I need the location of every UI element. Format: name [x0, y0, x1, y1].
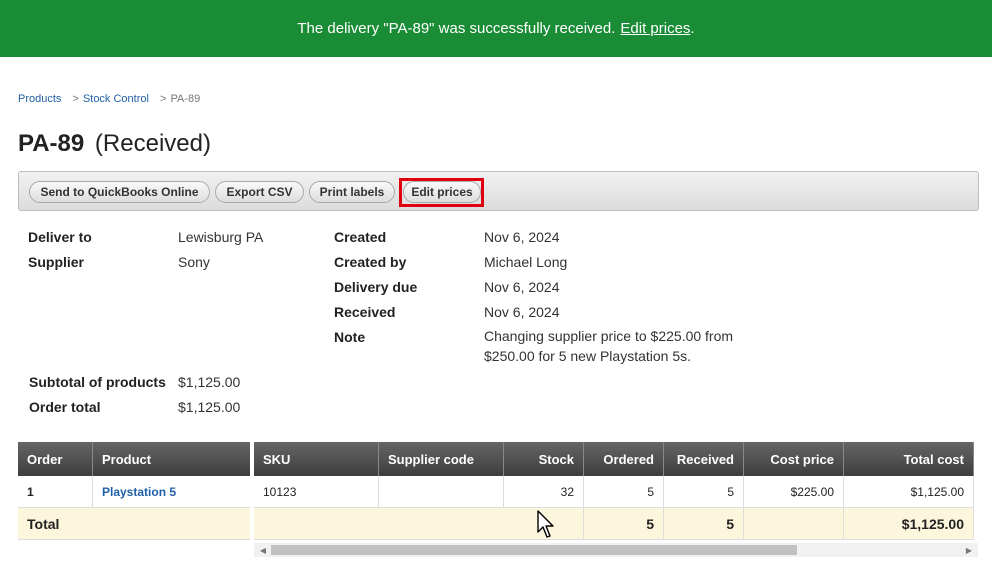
- product-link[interactable]: Playstation 5: [102, 485, 176, 499]
- col-header-product[interactable]: Product: [93, 442, 251, 476]
- col-header-stock[interactable]: Stock: [504, 442, 584, 476]
- breadcrumb-separator: >: [160, 93, 167, 105]
- mouse-cursor-icon: [537, 510, 554, 538]
- print-labels-button[interactable]: Print labels: [309, 181, 395, 203]
- table-row-stock: 32: [504, 476, 584, 508]
- frozen-column-divider: [250, 442, 254, 542]
- table-row-product-cell: Playstation 5: [93, 476, 251, 508]
- banner-trailing: .: [690, 20, 695, 37]
- created-by-label: Created by: [334, 254, 407, 270]
- subtotal-label: Subtotal of products: [29, 374, 166, 390]
- col-header-supplier-code[interactable]: Supplier code: [379, 442, 504, 476]
- delivery-due-value: Nov 6, 2024: [484, 279, 560, 295]
- total-row-spacer-2: [744, 508, 844, 540]
- col-header-order[interactable]: Order: [18, 442, 93, 476]
- action-toolbar: Send to QuickBooks Online Export CSV Pri…: [18, 171, 979, 211]
- total-row-spacer: [254, 508, 584, 540]
- banner-message: The delivery "PA-89" was successfully re…: [297, 20, 616, 37]
- deliver-to-value: Lewisburg PA: [178, 229, 264, 245]
- col-header-cost-price[interactable]: Cost price: [744, 442, 844, 476]
- products-grid: Order Product SKU Supplier code Stock Or…: [18, 442, 979, 542]
- total-row-received: 5: [664, 508, 744, 540]
- created-by-value: Michael Long: [484, 254, 568, 270]
- total-row-total-cost: $1,125.00: [844, 508, 974, 540]
- col-header-ordered[interactable]: Ordered: [584, 442, 664, 476]
- send-to-quickbooks-button[interactable]: Send to QuickBooks Online: [29, 181, 210, 203]
- table-row-cost-price: $225.00: [744, 476, 844, 508]
- edit-prices-highlight: [399, 178, 484, 207]
- delivery-status: (Received): [94, 130, 211, 157]
- table-row-received: 5: [664, 476, 744, 508]
- table-row-ordered: 5: [584, 476, 664, 508]
- scrollbar-thumb[interactable]: [271, 545, 797, 555]
- delivery-due-label: Delivery due: [334, 279, 418, 295]
- deliver-to-label: Deliver to: [28, 229, 92, 245]
- order-total-label: Order total: [29, 399, 101, 415]
- created-label: Created: [334, 229, 387, 245]
- received-label: Received: [334, 304, 396, 320]
- total-row-label: Total: [18, 508, 251, 540]
- success-banner: The delivery "PA-89" was successfully re…: [0, 0, 992, 57]
- table-row-order: 1: [18, 476, 93, 508]
- breadcrumb-current: PA-89: [170, 93, 201, 105]
- breadcrumb-stock-control[interactable]: Stock Control: [83, 93, 149, 105]
- table-row-total-cost: $1,125.00: [844, 476, 974, 508]
- subtotal-value: $1,125.00: [178, 374, 241, 390]
- order-total-value: $1,125.00: [178, 399, 241, 415]
- note-value: Changing supplier price to $225.00 from …: [484, 328, 734, 364]
- supplier-label: Supplier: [28, 254, 85, 270]
- table-row-supplier-code: [379, 476, 504, 508]
- supplier-value: Sony: [178, 254, 210, 270]
- banner-edit-prices-link[interactable]: Edit prices: [620, 20, 690, 37]
- table-horizontal-scrollbar[interactable]: ◀ ▶: [254, 543, 978, 557]
- breadcrumb: Products > Stock Control > PA-89: [18, 93, 200, 105]
- page-title: PA-89 (Received): [18, 130, 211, 158]
- received-value: Nov 6, 2024: [484, 304, 560, 320]
- breadcrumb-separator: >: [72, 93, 79, 105]
- delivery-code: PA-89: [18, 130, 85, 157]
- col-header-sku[interactable]: SKU: [254, 442, 379, 476]
- scroll-right-icon[interactable]: ▶: [962, 543, 976, 557]
- breadcrumb-products[interactable]: Products: [18, 93, 61, 105]
- table-row-sku: 10123: [254, 476, 379, 508]
- col-header-received[interactable]: Received: [664, 442, 744, 476]
- export-csv-button[interactable]: Export CSV: [215, 181, 304, 203]
- note-label: Note: [334, 329, 366, 345]
- created-value: Nov 6, 2024: [484, 229, 560, 245]
- scroll-left-icon[interactable]: ◀: [256, 543, 270, 557]
- total-row-ordered: 5: [584, 508, 664, 540]
- col-header-total-cost[interactable]: Total cost: [844, 442, 974, 476]
